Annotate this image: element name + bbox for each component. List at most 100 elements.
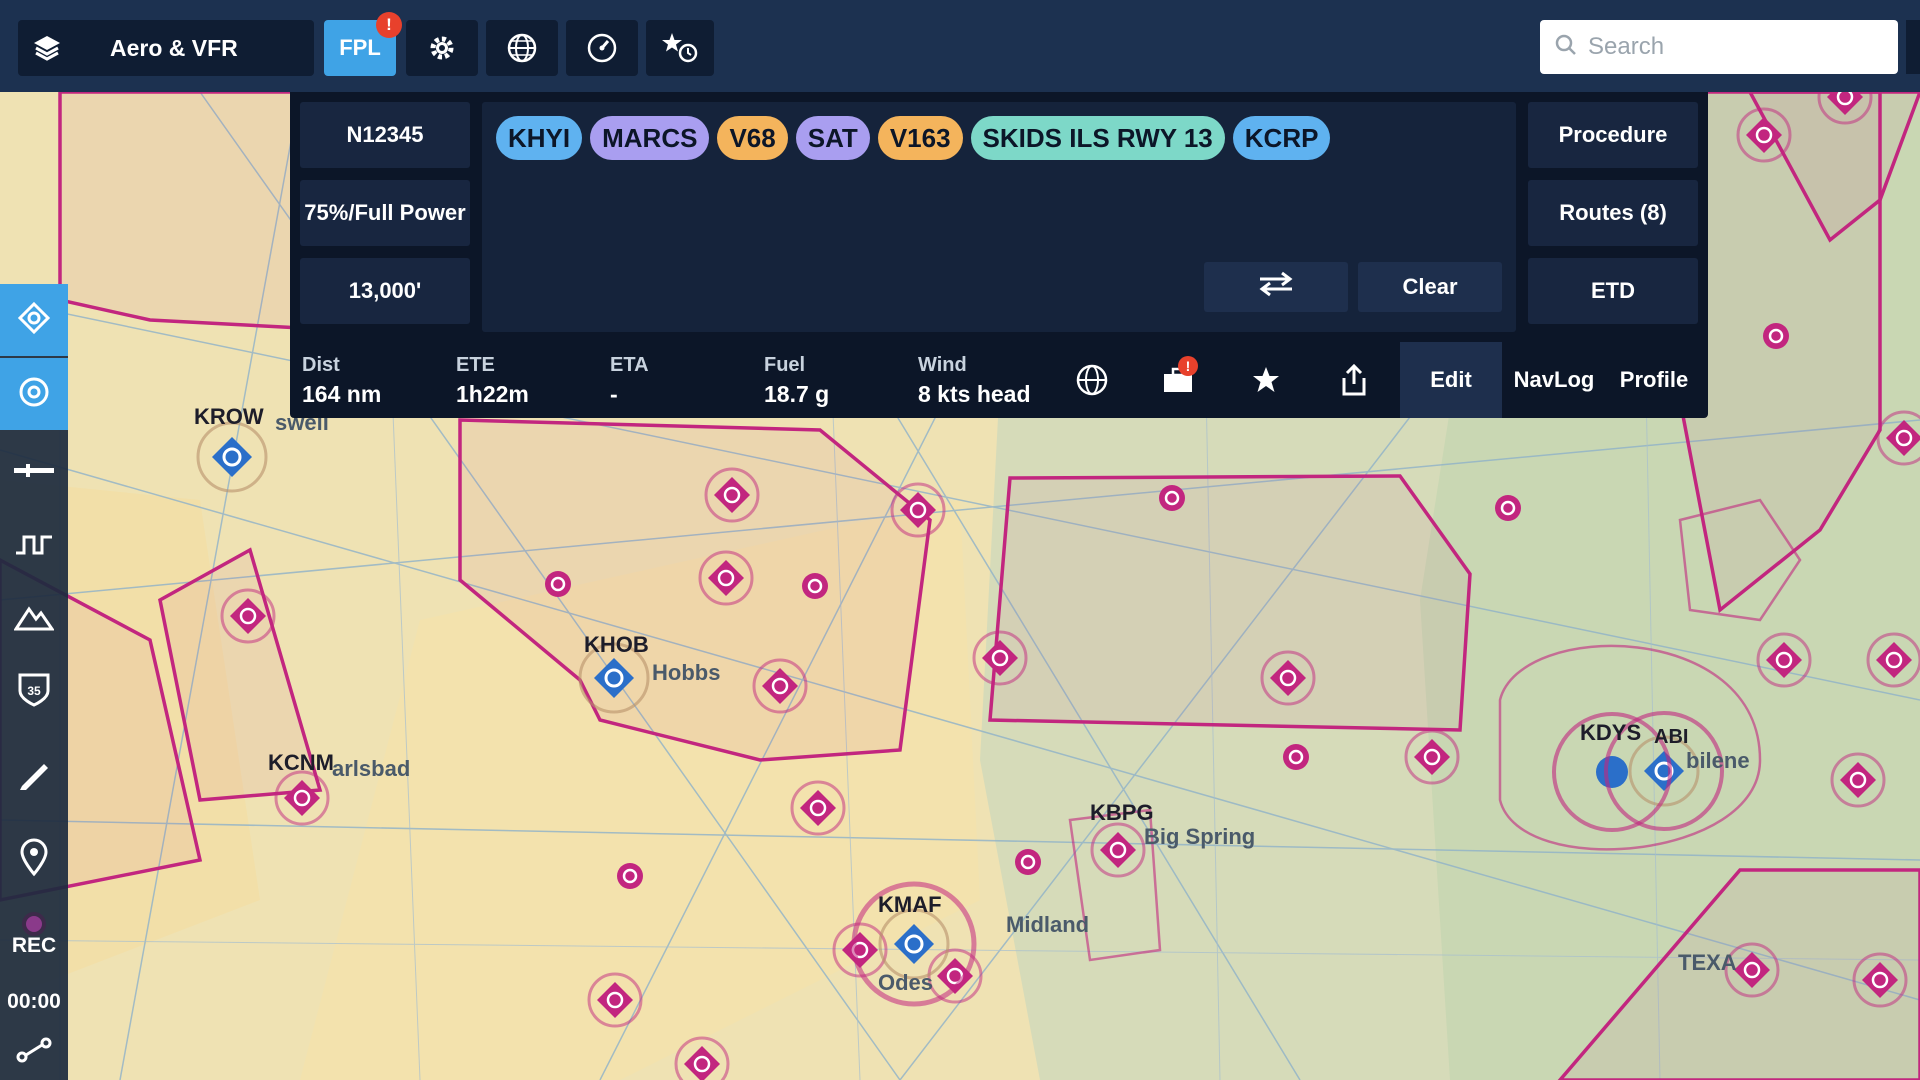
edge-button[interactable]	[1906, 20, 1920, 74]
clear-button[interactable]: Clear	[1358, 262, 1502, 312]
fpl-button[interactable]: FPL !	[324, 12, 402, 76]
top-toolbar: Aero & VFR FPL !	[0, 0, 1920, 92]
globe-icon	[506, 32, 538, 64]
fpl-alert-badge: !	[376, 12, 402, 38]
highway-button[interactable]: 35	[0, 656, 68, 728]
route-button[interactable]	[0, 1024, 68, 1080]
left-toolbar: 35 REC 00:00	[0, 284, 68, 1080]
ete-label: ETE	[456, 354, 495, 376]
fuel-label: Fuel	[764, 354, 806, 376]
altitude-button[interactable]: 13,000'	[300, 258, 470, 324]
globe-share-button[interactable]	[1068, 362, 1116, 402]
airport-label-kbpg: KBPG	[1090, 800, 1154, 825]
waypoint-button[interactable]	[0, 824, 68, 896]
aircraft-icon	[12, 460, 56, 485]
fuel-stat: Fuel 18.7 g	[764, 354, 829, 408]
search-input[interactable]	[1586, 32, 1880, 62]
globe-icon	[1075, 363, 1109, 402]
dist-label: Dist	[302, 354, 340, 376]
star-clock-icon	[660, 31, 700, 65]
shield-icon: 35	[16, 671, 52, 714]
ete-value: 1h22m	[456, 381, 529, 407]
route-chip-airport[interactable]: KCRP	[1232, 116, 1331, 160]
profile-step-icon	[14, 529, 54, 564]
state-label-texas: TEXA	[1678, 950, 1737, 975]
flight-plan-panel: N12345 75%/Full Power 13,000' KHYI MARCS V…	[290, 92, 1708, 418]
instruments-button[interactable]	[566, 20, 638, 76]
city-label-carlsbad: arlsbad	[332, 756, 411, 781]
favorite-button[interactable]	[1242, 362, 1290, 402]
city-label-big-spring: Big Spring	[1144, 824, 1256, 849]
fuel-value: 18.7 g	[764, 381, 830, 407]
eta-stat: ETA -	[610, 354, 649, 408]
record-label: REC	[11, 934, 57, 957]
route-chips: KHYI MARCS V68 SAT V163 SKIDS ILS RWY 13 KCRP	[496, 116, 1331, 160]
airport-label-kcnm: KCNM	[268, 750, 334, 775]
wind-value: 8 kts head	[918, 381, 1031, 407]
terrain-button[interactable]	[0, 584, 68, 656]
fpl-label: FPL	[339, 35, 381, 60]
swap-arrows-icon	[1256, 271, 1296, 303]
mountain-icon	[13, 603, 55, 638]
compass-icon	[16, 374, 52, 415]
reverse-route-button[interactable]	[1204, 262, 1348, 312]
airport-label-krow: KROW	[194, 404, 264, 429]
map-pin-icon	[18, 838, 50, 883]
eta-value: -	[610, 381, 618, 407]
share-icon	[1339, 363, 1369, 402]
procedure-button[interactable]: Procedure	[1528, 102, 1698, 168]
share-button[interactable]	[1330, 362, 1378, 402]
ete-stat: ETE 1h22m	[456, 354, 529, 408]
tab-edit[interactable]: Edit	[1400, 342, 1502, 418]
briefing-button[interactable]: !	[1154, 356, 1202, 402]
routes-button[interactable]: Routes (8)	[1528, 180, 1698, 246]
search-box[interactable]	[1540, 20, 1898, 74]
layers-icon	[32, 33, 62, 63]
route-chip-airport[interactable]: KHYI	[496, 116, 583, 160]
star-icon	[1250, 364, 1282, 401]
flight-plan-summary: Dist 164 nm ETE 1h22m ETA - Fuel 18.7 g …	[290, 342, 1708, 418]
map-layer-label: Aero & VFR	[110, 34, 238, 61]
crosshair-icon	[16, 300, 52, 341]
tab-profile[interactable]: Profile	[1606, 342, 1702, 418]
aircraft-button[interactable]	[0, 436, 68, 508]
tab-navlog[interactable]: NavLog	[1508, 342, 1600, 418]
rotate-map-button[interactable]	[0, 358, 68, 430]
gauge-icon	[586, 32, 618, 64]
city-label-hobbs: Hobbs	[652, 660, 721, 685]
city-label-abilene: bilene	[1686, 748, 1750, 773]
airport-label-khob: KHOB	[584, 632, 649, 657]
record-timer: 00:00	[7, 990, 61, 1013]
favorites-recents-button[interactable]	[646, 20, 714, 76]
airport-label-kmaf: KMAF	[878, 892, 942, 917]
settings-button[interactable]	[406, 20, 478, 76]
wind-label: Wind	[918, 354, 967, 376]
layers-button[interactable]: Aero & VFR	[18, 20, 314, 76]
route-chip-fix[interactable]: MARCS	[590, 116, 710, 160]
route-chip-airway[interactable]: V68	[717, 116, 788, 160]
city-label-midland: Midland	[1006, 912, 1090, 937]
track-up-button[interactable]	[0, 284, 68, 356]
procedure-profile-button[interactable]	[0, 510, 68, 582]
draw-button[interactable]	[0, 740, 68, 812]
route-chip-airway[interactable]: V163	[877, 116, 963, 160]
airport-label-abi: ABI	[1654, 726, 1689, 748]
dist-stat: Dist 164 nm	[302, 354, 381, 408]
etd-button[interactable]: ETD	[1528, 258, 1698, 324]
aircraft-tail-button[interactable]: N12345	[300, 102, 470, 168]
svg-text:35: 35	[27, 684, 41, 698]
briefing-alert-badge: !	[1178, 356, 1198, 376]
search-icon	[1554, 33, 1578, 62]
dist-value: 164 nm	[302, 381, 382, 407]
route-chip-fix[interactable]: SAT	[795, 116, 870, 160]
route-icon	[14, 1035, 54, 1070]
eta-label: ETA	[610, 354, 649, 376]
gear-icon	[426, 32, 458, 64]
airport-label-kdys: KDYS	[1580, 720, 1642, 745]
wind-stat: Wind 8 kts head	[918, 354, 1031, 408]
city-label-odessa: Odes	[878, 970, 934, 995]
pencil-icon	[14, 754, 54, 799]
route-chip-proc[interactable]: SKIDS ILS RWY 13	[970, 116, 1225, 160]
globe-button[interactable]	[486, 20, 558, 76]
power-setting-button[interactable]: 75%/Full Power	[300, 180, 470, 246]
